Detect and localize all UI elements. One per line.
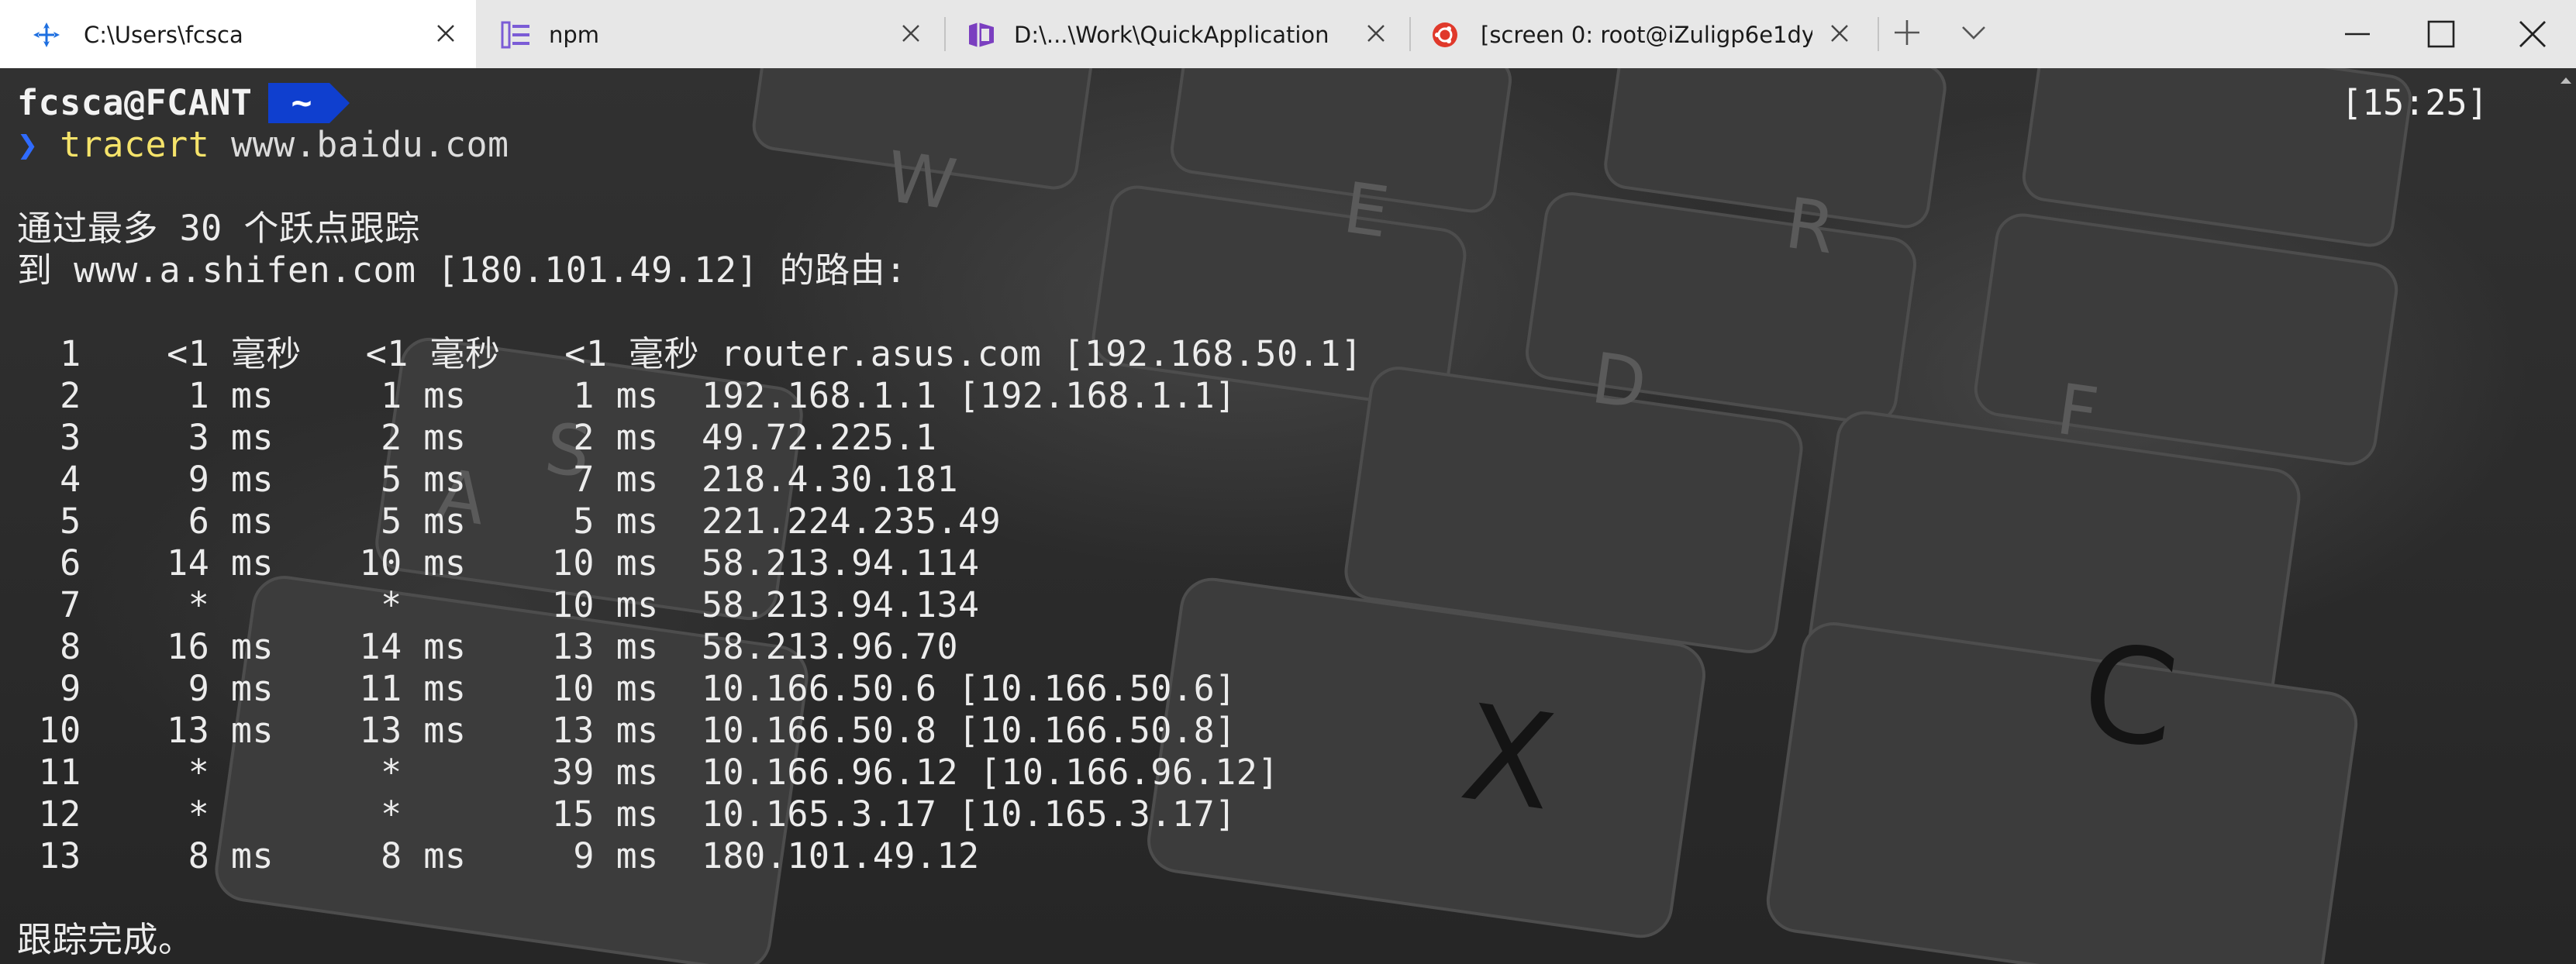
chevron-down-icon[interactable] — [1958, 17, 1989, 48]
prompt-line: fcsca@FCANT ~ — [17, 82, 350, 124]
output-header-line: 通过最多 30 个跃点跟踪 — [17, 208, 420, 249]
close-window-icon[interactable] — [2516, 17, 2550, 51]
terminal-app-icon — [33, 22, 60, 47]
hop-row: 9 9 ms 11 ms 10 ms 10.166.50.6 [10.166.5… — [17, 668, 1236, 709]
command-line: ❯ tracert www.baidu.com — [17, 124, 509, 166]
close-icon[interactable] — [1829, 23, 1850, 43]
scroll-up-arrow-icon — [2560, 77, 2571, 84]
hop-row: 3 3 ms 2 ms 2 ms 49.72.225.1 — [17, 417, 937, 458]
prompt-clock: [15:25] — [2341, 82, 2488, 123]
ubuntu-icon — [1433, 22, 1457, 47]
tab-bar: C:\Users\fcsca npm D:\...\Work\QuickAppl… — [0, 0, 2576, 68]
npm-list-icon — [501, 21, 529, 49]
prompt-user: fcsca@FCANT — [17, 82, 253, 123]
hop-row: 7 * * 10 ms 58.213.94.134 — [17, 584, 980, 625]
close-icon[interactable] — [1366, 23, 1386, 43]
tab-npm[interactable]: npm — [476, 0, 943, 68]
terminal-pane[interactable]: W E R D F S A X C fcsca@FCANT ~ [15:25] ❯… — [0, 68, 2576, 964]
tab-screen[interactable]: [screen 0: root@iZuligp6e1dyzfz — [1411, 0, 1876, 68]
tab-title: npm — [549, 22, 600, 48]
prompt-chevron-icon: ❯ — [17, 124, 39, 165]
hop-row: 2 1 ms 1 ms 1 ms 192.168.1.1 [192.168.1.… — [17, 375, 1236, 416]
hop-row: 5 6 ms 5 ms 5 ms 221.224.235.49 — [17, 501, 1002, 542]
svg-text:W: W — [881, 136, 961, 226]
scrollbar[interactable] — [2557, 68, 2576, 964]
close-icon[interactable] — [901, 23, 921, 43]
command-argument: www.baidu.com — [230, 124, 509, 165]
hop-row: 6 14 ms 10 ms 10 ms 58.213.94.114 — [17, 542, 980, 584]
output-header-line: 到 www.a.shifen.com [180.101.49.12] 的路由: — [17, 250, 907, 291]
visual-studio-icon — [969, 22, 994, 47]
tab-separator — [1878, 17, 1879, 51]
tab-title: [screen 0: root@iZuligp6e1dyzfz — [1481, 22, 1812, 48]
svg-text:D: D — [1587, 338, 1651, 426]
new-tab-plus-icon[interactable] — [1891, 17, 1923, 48]
minimize-icon[interactable] — [2340, 17, 2374, 51]
prompt-directory-segment: ~ — [267, 83, 350, 123]
hop-row: 8 16 ms 14 ms 13 ms 58.213.96.70 — [17, 626, 959, 667]
maximize-icon[interactable] — [2424, 17, 2458, 51]
hop-row: 4 9 ms 5 ms 7 ms 218.4.30.181 — [17, 459, 959, 500]
tab-title: C:\Users\fcsca — [84, 22, 243, 48]
tab-title: D:\...\Work\QuickApplication — [1014, 22, 1329, 48]
hop-row: 11 * * 39 ms 10.166.96.12 [10.166.96.12] — [17, 752, 1279, 793]
hop-row: 10 13 ms 13 ms 13 ms 10.166.50.8 [10.166… — [17, 710, 1236, 751]
hop-row: 13 8 ms 8 ms 9 ms 180.101.49.12 — [17, 835, 980, 876]
hop-row: 1 <1 毫秒 <1 毫秒 <1 毫秒 router.asus.com [192… — [17, 333, 1363, 374]
close-icon[interactable] — [436, 23, 456, 43]
tab-cmd[interactable]: C:\Users\fcsca — [0, 0, 476, 68]
hop-row: 12 * * 15 ms 10.165.3.17 [10.165.3.17] — [17, 794, 1236, 835]
trace-complete-line: 跟踪完成。 — [17, 919, 194, 960]
tab-quickapplication[interactable]: D:\...\Work\QuickApplication — [946, 0, 1408, 68]
command-name: tracert — [60, 124, 210, 165]
